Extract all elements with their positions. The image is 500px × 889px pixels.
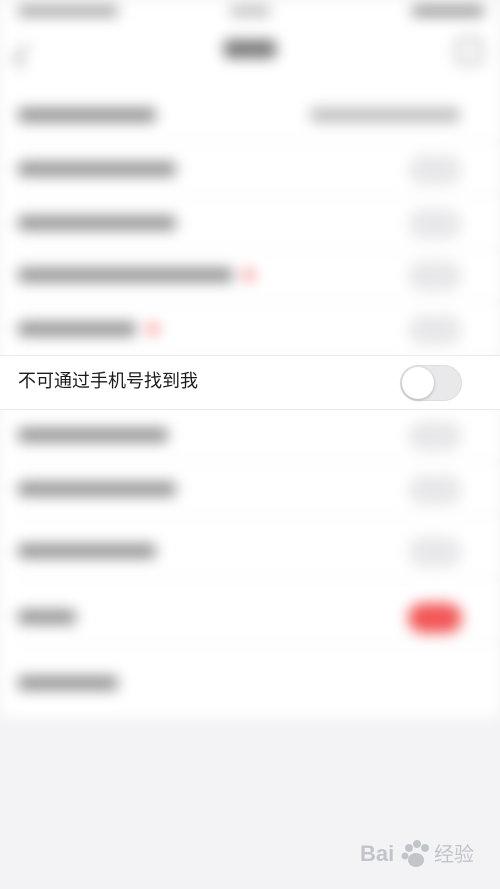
list-item-label (18, 322, 136, 336)
baidu-jingyan-watermark: Bai 经验 (360, 828, 490, 878)
divider (18, 515, 500, 516)
list-item[interactable] (0, 248, 500, 302)
divider (18, 643, 500, 644)
list-item-label (18, 162, 176, 176)
list-item-label (18, 268, 233, 282)
navigation-bar (0, 24, 500, 88)
list-item-label (18, 676, 118, 690)
baidu-paw-icon: Bai 经验 (360, 840, 474, 867)
new-badge (148, 324, 158, 334)
svg-text:经验: 经验 (434, 842, 474, 866)
page-title (224, 40, 276, 58)
svg-text:Bai: Bai (360, 841, 394, 866)
status-bar (0, 0, 500, 24)
toggle-knob (402, 367, 434, 399)
back-icon[interactable] (12, 43, 39, 70)
toggle-switch[interactable] (408, 603, 462, 633)
toggle-switch[interactable] (408, 537, 462, 567)
toggle-switch[interactable] (408, 155, 462, 185)
list-item[interactable] (0, 590, 500, 644)
list-item[interactable] (0, 656, 500, 710)
list-item[interactable] (0, 142, 500, 196)
toggle-switch[interactable] (408, 421, 462, 451)
list-item-label (18, 108, 156, 122)
settings-screen: 不可通过手机号找到我 Bai 经验 (0, 0, 500, 889)
list-item[interactable] (0, 302, 500, 356)
toggle-switch[interactable] (408, 475, 462, 505)
toggle-switch[interactable] (408, 209, 462, 239)
list-item-value (310, 108, 460, 122)
divider (18, 577, 500, 578)
new-badge (244, 270, 254, 280)
list-item-label (18, 428, 168, 442)
toggle-switch[interactable] (408, 315, 462, 345)
list-item-label (18, 544, 156, 558)
status-carrier (18, 6, 118, 16)
list-item[interactable] (0, 408, 500, 462)
list-item[interactable] (0, 196, 500, 250)
list-item-label (18, 216, 176, 230)
find-me-by-phone-label: 不可通过手机号找到我 (18, 371, 198, 392)
list-item[interactable] (0, 462, 500, 516)
list-item[interactable] (0, 88, 500, 142)
list-item-label (18, 610, 76, 624)
blurred-background (0, 0, 500, 889)
list-item[interactable] (0, 524, 500, 578)
status-time (230, 6, 270, 16)
more-icon[interactable] (456, 38, 482, 64)
find-me-by-phone-toggle[interactable] (400, 365, 462, 401)
toggle-switch[interactable] (408, 261, 462, 291)
status-battery-icon (412, 6, 484, 16)
find-me-by-phone-row[interactable]: 不可通过手机号找到我 (0, 355, 500, 410)
list-item-label (18, 482, 176, 496)
